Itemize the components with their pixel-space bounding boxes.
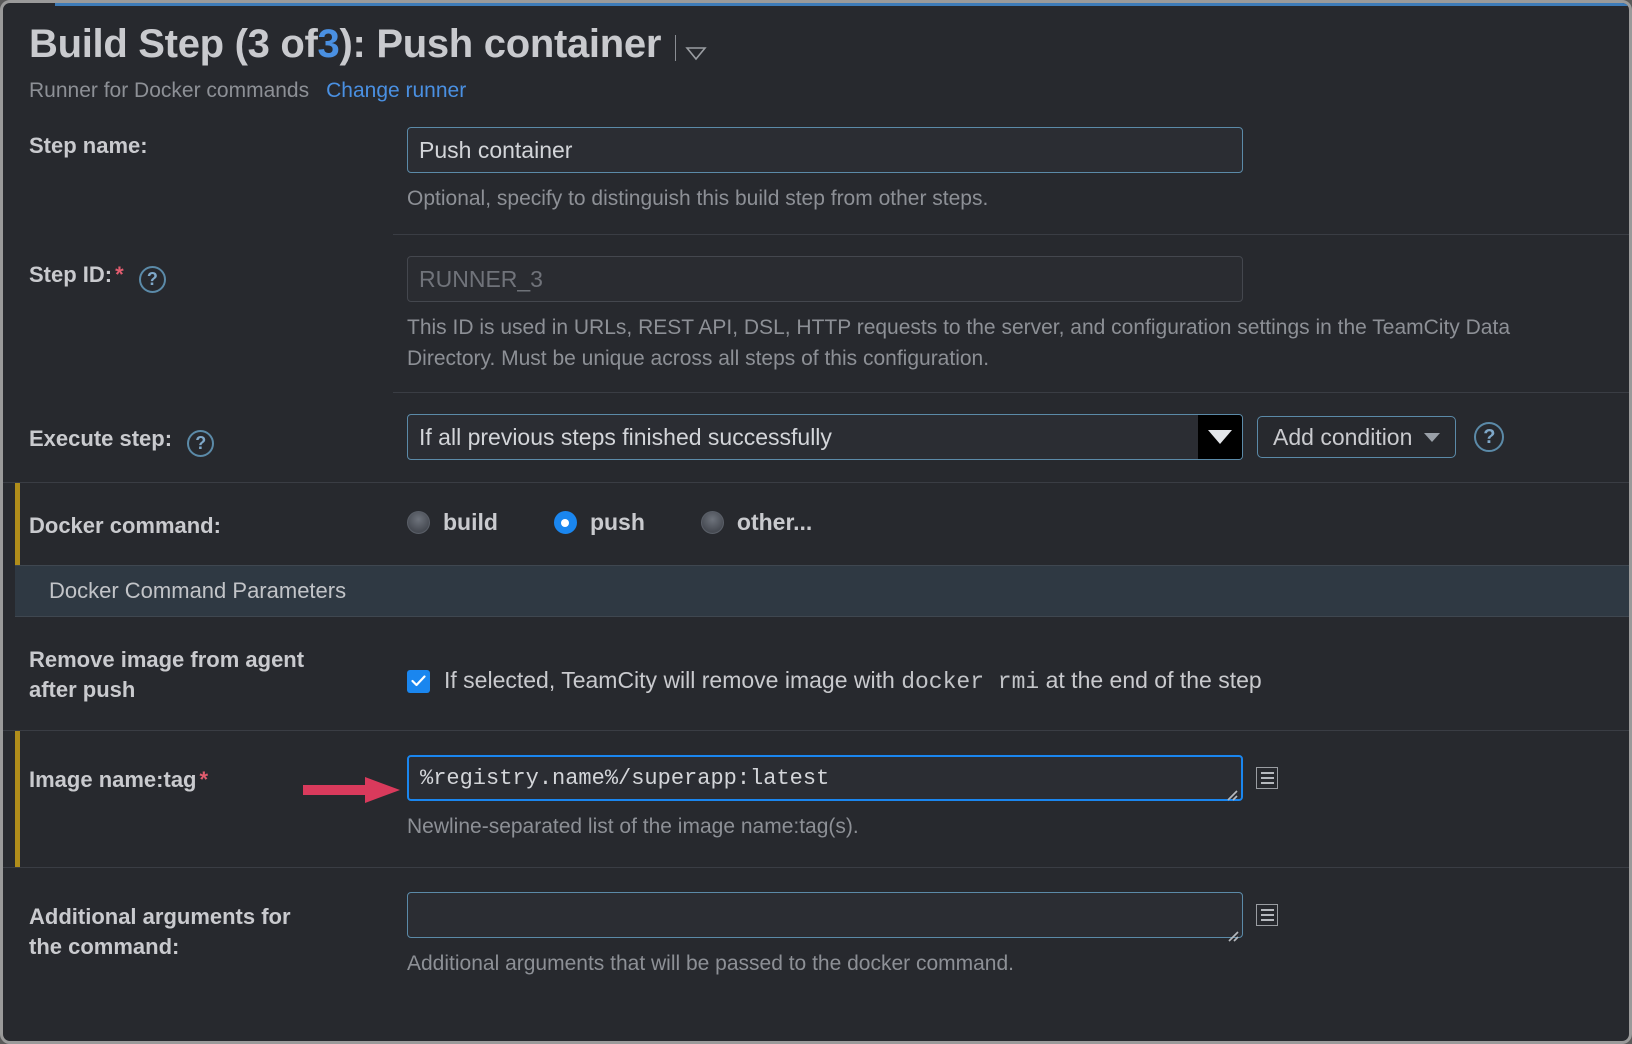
remove-image-checkbox-text: If selected, TeamCity will remove image … [444,667,1262,695]
page-title-prefix: Build Step (3 of [29,22,318,66]
radio-push-label: push [589,509,645,536]
additional-arguments-label-line1: Additional arguments for [29,903,291,929]
step-id-input[interactable]: RUNNER_3 [407,256,1243,303]
execute-step-help-icon[interactable]: ? [187,429,215,457]
image-name-tag-row: Image name:tag * %registry.name%/superapp… [3,730,1629,867]
execute-step-label: Execute step: ? [29,414,407,460]
image-name-tag-value: %registry.name%/superapp:latest [420,765,830,791]
step-id-row: Step ID: * ? RUNNER_3 This ID is used in … [3,234,1629,374]
cb-text-mono: docker rmi [901,669,1040,695]
execute-step-select[interactable]: If all previous steps finished successfu… [407,414,1243,461]
step-id-help-icon[interactable]: ? [138,266,166,294]
change-runner-link[interactable]: Change runner [326,79,466,103]
runner-subtitle: Runner for Docker commands Change runner [29,79,1629,103]
remove-image-checkbox[interactable] [407,669,430,693]
modified-marker [15,731,20,867]
add-condition-help-icon[interactable]: ? [1474,422,1505,453]
lines-editor-icon[interactable] [1256,903,1278,926]
docker-command-row: Docker command: build push other... [3,482,1629,565]
page-title-suffix: ): Push container [339,22,662,66]
row-divider [393,234,1629,236]
additional-arguments-input[interactable] [407,891,1243,942]
execute-step-selected-value: If all previous steps finished successfu… [419,423,832,450]
right-arrow-annotation [303,776,401,804]
resize-handle[interactable] [1225,921,1239,942]
execute-step-row: Execute step: ? If all previous steps fi… [3,392,1629,482]
step-name-input[interactable]: Push container [407,127,1243,173]
image-name-tag-input[interactable]: %registry.name%/superapp:latest [407,755,1243,802]
radio-build-label: build [443,509,498,536]
image-name-tag-label-text: Image name:tag [29,767,197,793]
add-condition-button[interactable]: Add condition [1257,416,1457,459]
radio-indicator [700,511,724,535]
image-name-tag-hint: Newline-separated list of the image name… [407,815,859,839]
remove-image-label: Remove image from agent after push [29,641,407,704]
build-step-settings-page: Build Step (3 of 3): Push container Runn… [0,0,1632,1044]
chevron-down-icon[interactable] [685,27,707,69]
remove-image-checkbox-row: If selected, TeamCity will remove image … [407,641,1609,695]
page-header: Build Step (3 of 3): Push container Runn… [3,3,1629,103]
additional-arguments-hint: Additional arguments that will be passed… [407,951,1015,975]
triangle-down-icon[interactable] [1198,415,1242,460]
docker-command-parameters-section-header: Docker Command Parameters [15,565,1629,617]
modified-marker [15,483,20,565]
chevron-down-icon [1424,432,1441,442]
image-name-tag-required-asterisk: * [199,767,209,793]
step-id-label: Step ID: * ? [29,256,407,374]
step-id-hint: This ID is used in URLs, REST API, DSL, … [407,316,1511,370]
additional-arguments-label: Additional arguments for the command: [29,892,407,979]
runner-description: Runner for Docker commands [29,79,310,102]
resize-handle[interactable] [1224,783,1238,801]
radio-indicator [407,511,430,535]
page-title: Build Step (3 of 3): Push container [29,19,1629,69]
add-condition-label: Add condition [1273,423,1413,450]
top-accent-bar [55,3,1629,6]
step-name-hint: Optional, specify to distinguish this bu… [407,187,989,210]
execute-step-label-text: Execute step: [29,426,173,452]
step-name-row: Step name: Push container Optional, spec… [3,127,1629,214]
radio-other[interactable]: other... [700,509,813,536]
additional-arguments-label-line2: the command: [29,933,180,959]
radio-push[interactable]: push [553,509,645,536]
docker-command-label: Docker command: [29,513,221,539]
title-divider [675,35,677,61]
row-divider [393,392,1629,394]
radio-indicator-selected [553,511,577,535]
lines-editor-icon[interactable] [1256,767,1278,790]
cb-text-after: at the end of the step [1039,667,1262,693]
remove-image-label-line1: Remove image from agent [29,647,305,672]
remove-image-label-line2: after push [29,676,136,702]
additional-arguments-row: Additional arguments for the command: Ad… [3,866,1629,999]
step-id-required-asterisk: * [115,262,124,288]
cb-text-before: If selected, TeamCity will remove image … [444,667,902,693]
remove-image-row: Remove image from agent after push If se… [3,617,1629,730]
title-menu-toggle[interactable] [675,27,707,69]
radio-build[interactable]: build [407,509,498,536]
step-name-label: Step name: [29,133,148,158]
radio-other-label: other... [736,509,813,536]
page-title-step-count: 3 [317,22,340,66]
step-id-label-text: Step ID: [29,262,113,288]
docker-command-radio-group: build push other... [407,505,1609,536]
